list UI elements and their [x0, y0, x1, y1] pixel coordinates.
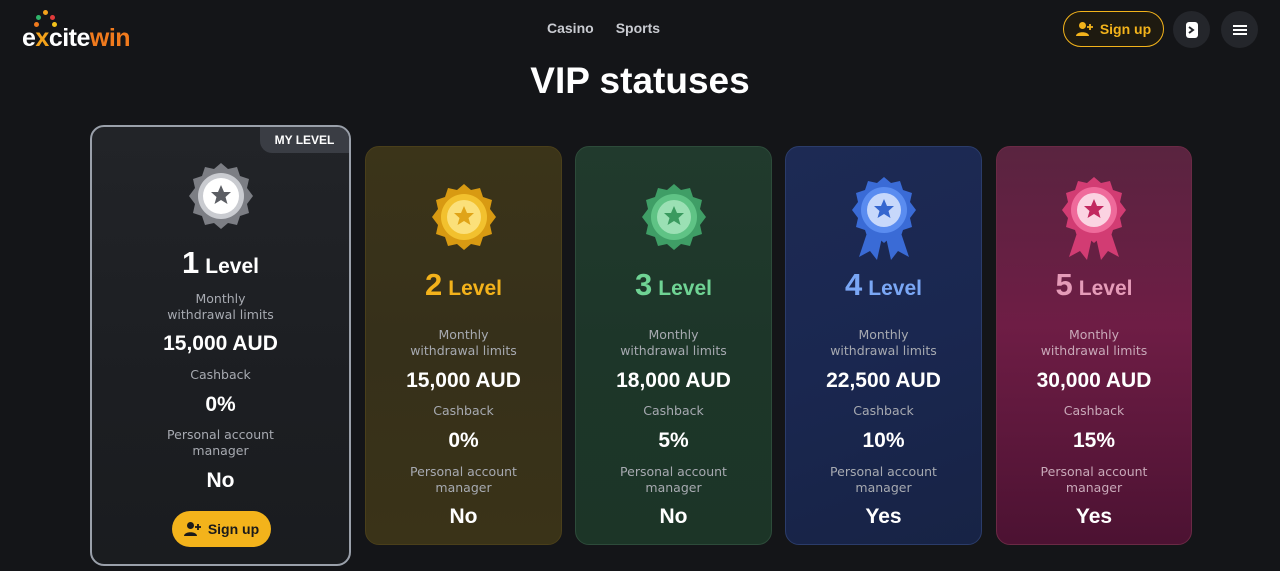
- manager-value: No: [449, 505, 478, 528]
- card-signup-button[interactable]: Sign up: [172, 511, 271, 547]
- limits-value: 18,000 AUD: [616, 369, 731, 392]
- cashback-value: 5%: [658, 429, 689, 452]
- page-title: VIP statuses: [530, 60, 750, 101]
- cashback-value: 10%: [862, 429, 905, 452]
- vip-card-level-1: MY LEVEL 1 Level Monthly withdrawal limits…: [90, 125, 351, 566]
- manager-value: Yes: [865, 505, 902, 528]
- manager-value: No: [206, 469, 235, 492]
- header-signup-label: Sign up: [1099, 21, 1152, 37]
- level-word: Level: [868, 277, 922, 300]
- level-word: Level: [658, 277, 712, 300]
- excitewin-logo[interactable]: excitewin: [22, 10, 142, 54]
- top-nav: Casino Sports: [547, 20, 660, 36]
- login-button[interactable]: [1173, 11, 1210, 48]
- manager-value: Yes: [1075, 505, 1113, 528]
- manager-label: Personal account manager: [1040, 464, 1148, 495]
- add-user-icon: [183, 522, 201, 536]
- manager-label: Personal account manager: [830, 464, 937, 495]
- login-icon: [1185, 21, 1198, 38]
- header-signup-button[interactable]: Sign up: [1063, 11, 1164, 47]
- vip-card-level-3: 3 Level Monthly withdrawal limits 18,000 A…: [575, 146, 772, 545]
- pink-ribbon-medal-icon: [1062, 177, 1126, 260]
- limits-value: 15,000 AUD: [163, 332, 278, 355]
- menu-button[interactable]: [1221, 11, 1258, 48]
- cashback-label: Cashback: [853, 403, 914, 418]
- card-signup-label: Sign up: [207, 521, 260, 537]
- limits-label: Monthly withdrawal limits: [410, 327, 517, 358]
- level-word: Level: [448, 277, 502, 300]
- nav-casino[interactable]: Casino: [547, 20, 594, 36]
- my-level-badge: MY LEVEL: [260, 127, 349, 153]
- vip-card-level-4: 4 Level Monthly withdrawal limits 22,500 A…: [785, 146, 982, 545]
- cashback-value: 15%: [1072, 429, 1116, 452]
- hamburger-menu-icon: [1232, 24, 1247, 35]
- level-title: 3 Level: [576, 267, 771, 303]
- limits-label: Monthly withdrawal limits: [830, 327, 937, 358]
- add-user-icon: [1075, 22, 1093, 36]
- level-number: 3: [635, 267, 653, 302]
- level-word: Level: [205, 255, 259, 278]
- manager-label: Personal account manager: [167, 427, 274, 458]
- limits-label: Monthly withdrawal limits: [1040, 327, 1148, 358]
- nav-sports[interactable]: Sports: [616, 20, 660, 36]
- level-title: 5 Level: [997, 267, 1191, 303]
- green-star-medal-icon: [641, 184, 706, 250]
- level-number: 4: [845, 267, 863, 302]
- level-number: 2: [425, 267, 443, 302]
- limits-value: 15,000 AUD: [406, 369, 521, 392]
- level-number: 5: [1055, 267, 1073, 302]
- silver-star-medal-icon: [188, 163, 253, 229]
- blue-ribbon-medal-icon: [851, 177, 916, 260]
- gold-star-medal-icon: [431, 184, 496, 250]
- cashback-label: Cashback: [1063, 403, 1125, 418]
- cashback-value: 0%: [448, 429, 479, 452]
- manager-value: No: [659, 505, 688, 528]
- level-title: 1 Level: [92, 245, 349, 281]
- cashback-label: Cashback: [433, 403, 494, 418]
- vip-card-level-5: 5 Level Monthly withdrawal limits 30,000 A…: [996, 146, 1192, 545]
- logo-wordmark: excitewin: [22, 24, 131, 52]
- vip-card-level-2: 2 Level Monthly withdrawal limits 15,000 A…: [365, 146, 562, 545]
- level-number: 1: [182, 245, 200, 280]
- cashback-label: Cashback: [190, 367, 251, 382]
- cashback-value: 0%: [205, 393, 236, 416]
- level-word: Level: [1078, 277, 1133, 300]
- level-title: 2 Level: [366, 267, 561, 303]
- cashback-label: Cashback: [643, 403, 704, 418]
- level-title: 4 Level: [786, 267, 981, 303]
- limits-label: Monthly withdrawal limits: [620, 327, 727, 358]
- limits-value: 30,000 AUD: [1036, 369, 1152, 392]
- limits-value: 22,500 AUD: [826, 369, 941, 392]
- limits-label: Monthly withdrawal limits: [167, 291, 274, 322]
- manager-label: Personal account manager: [620, 464, 727, 495]
- manager-label: Personal account manager: [410, 464, 517, 495]
